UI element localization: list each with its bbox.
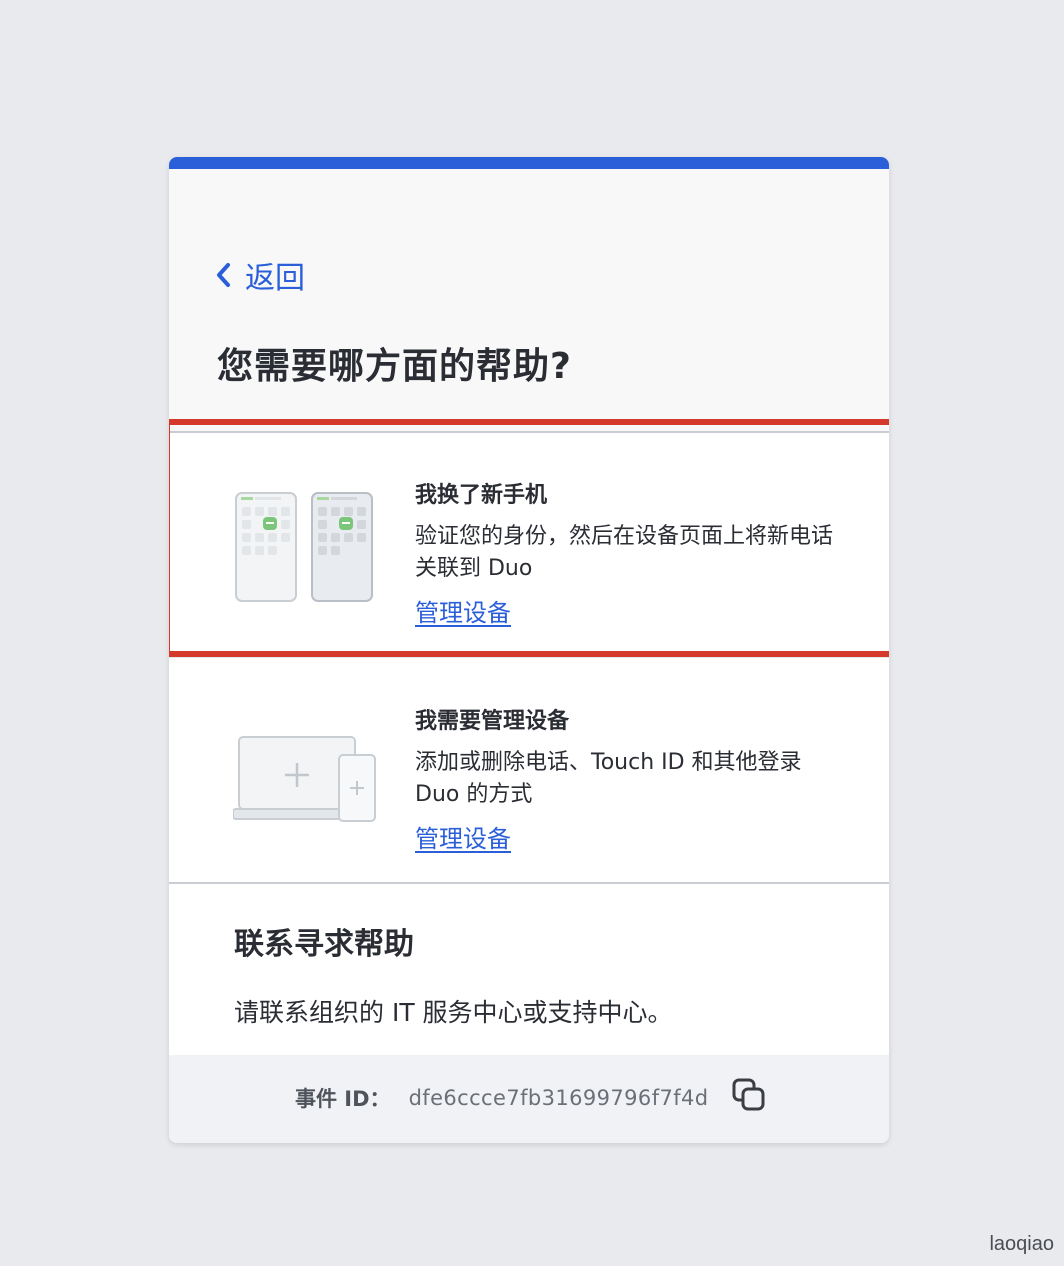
contact-title: 联系寻求帮助 xyxy=(234,927,414,962)
back-link[interactable]: 返回 xyxy=(215,253,305,297)
event-footer: 事件 ID： dfe6ccce7fb31699796f7f4d xyxy=(169,1055,889,1143)
option-title: 我需要管理设备 xyxy=(415,709,570,734)
back-label: 返回 xyxy=(245,261,305,296)
option-description: 添加或删除电话、Touch ID 和其他登录 Duo 的方式 xyxy=(415,750,802,807)
laptop-phone-add-illustration xyxy=(233,736,376,822)
divider xyxy=(169,882,889,884)
option-description: 验证您的身份，然后在设备页面上将新电话关联到 Duo xyxy=(415,524,834,581)
watermark: laoqiao xyxy=(989,1233,1054,1255)
card-accent-bar xyxy=(169,157,889,169)
help-card: 返回 您需要哪方面的帮助? 我换了新手机 验证您的身份，然后在设备页面上将新电话… xyxy=(169,157,889,1143)
option-text: 我需要管理设备 添加或删除电话、Touch ID 和其他登录 Duo 的方式 管… xyxy=(415,703,835,854)
event-id-row: 事件 ID： dfe6ccce7fb31699796f7f4d xyxy=(295,1077,767,1118)
chevron-left-icon xyxy=(217,263,230,287)
copy-icon xyxy=(732,1078,765,1111)
event-id-value: dfe6ccce7fb31699796f7f4d xyxy=(408,1085,709,1110)
page-title: 您需要哪方面的帮助? xyxy=(217,346,572,387)
copy-button[interactable] xyxy=(731,1077,767,1118)
manage-devices-link[interactable]: 管理设备 xyxy=(415,819,511,854)
card-header: 返回 您需要哪方面的帮助? xyxy=(169,169,889,431)
manage-devices-link[interactable]: 管理设备 xyxy=(415,593,511,628)
divider xyxy=(169,657,889,658)
contact-description: 请联系组织的 IT 服务中心或支持中心。 xyxy=(234,998,673,1027)
option-new-phone[interactable]: 我换了新手机 验证您的身份，然后在设备页面上将新电话关联到 Duo 管理设备 xyxy=(169,433,889,657)
new-phones-illustration xyxy=(235,492,373,602)
option-text: 我换了新手机 验证您的身份，然后在设备页面上将新电话关联到 Duo 管理设备 xyxy=(415,477,835,628)
event-id-label: 事件 ID： xyxy=(295,1086,391,1111)
option-title: 我换了新手机 xyxy=(415,483,548,508)
option-manage-devices[interactable]: 我需要管理设备 添加或删除电话、Touch ID 和其他登录 Duo 的方式 管… xyxy=(169,659,889,883)
contact-section: 联系寻求帮助 请联系组织的 IT 服务中心或支持中心。 xyxy=(234,919,834,1029)
